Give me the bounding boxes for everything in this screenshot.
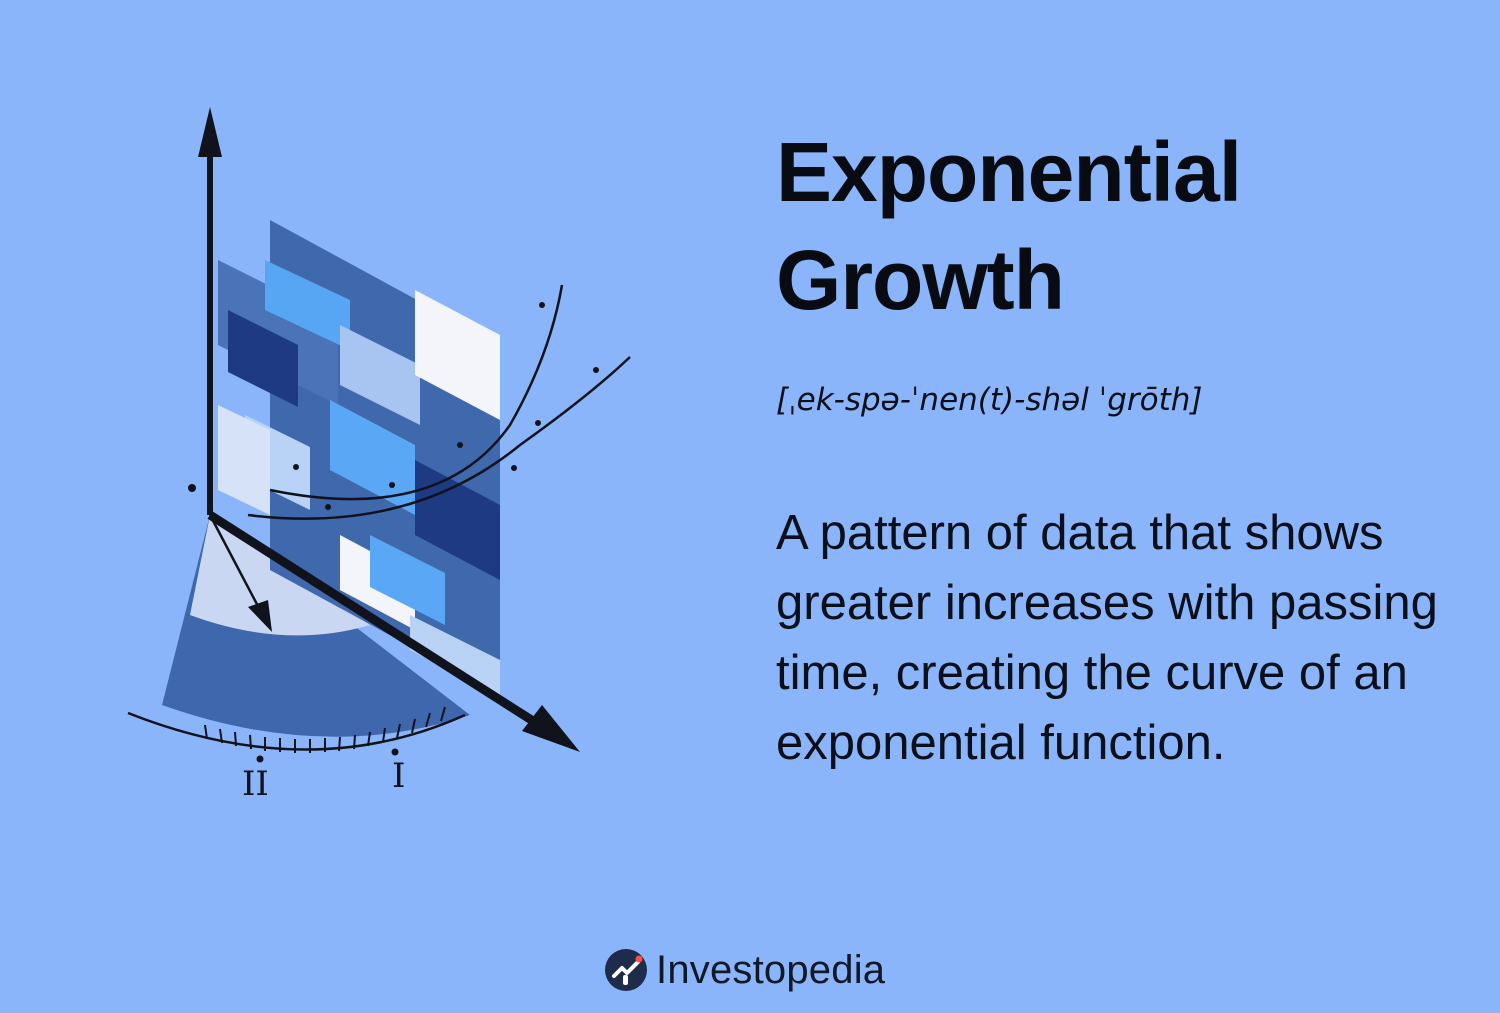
brand-logo: Investopedia: [604, 944, 885, 996]
infographic-card: II I Exponential Growth [ˌek-spə-ˈnen(t)…: [0, 0, 1500, 1013]
title-line-2: Growth: [776, 233, 1065, 327]
investopedia-logo-icon: [605, 949, 647, 991]
gauge-label-two: II: [242, 764, 269, 804]
title-line-1: Exponential: [776, 125, 1242, 219]
brand-name: Investopedia: [656, 948, 886, 992]
y-axis-arrow-icon: [198, 107, 222, 157]
exponential-chart-illustration-icon: II I: [127, 107, 631, 804]
pronunciation: [ˌek-spə-ˈnen(t)-shəl ˈgrōth]: [776, 382, 1203, 418]
text-block: Exponential Growth [ˌek-spə-ˈnen(t)-shəl…: [776, 118, 1456, 778]
x-axis-arrow-icon: [522, 705, 580, 752]
page-title: Exponential Growth: [776, 118, 1456, 334]
gauge-label-one: I: [392, 756, 405, 796]
definition: A pattern of data that shows greater inc…: [776, 506, 1438, 770]
